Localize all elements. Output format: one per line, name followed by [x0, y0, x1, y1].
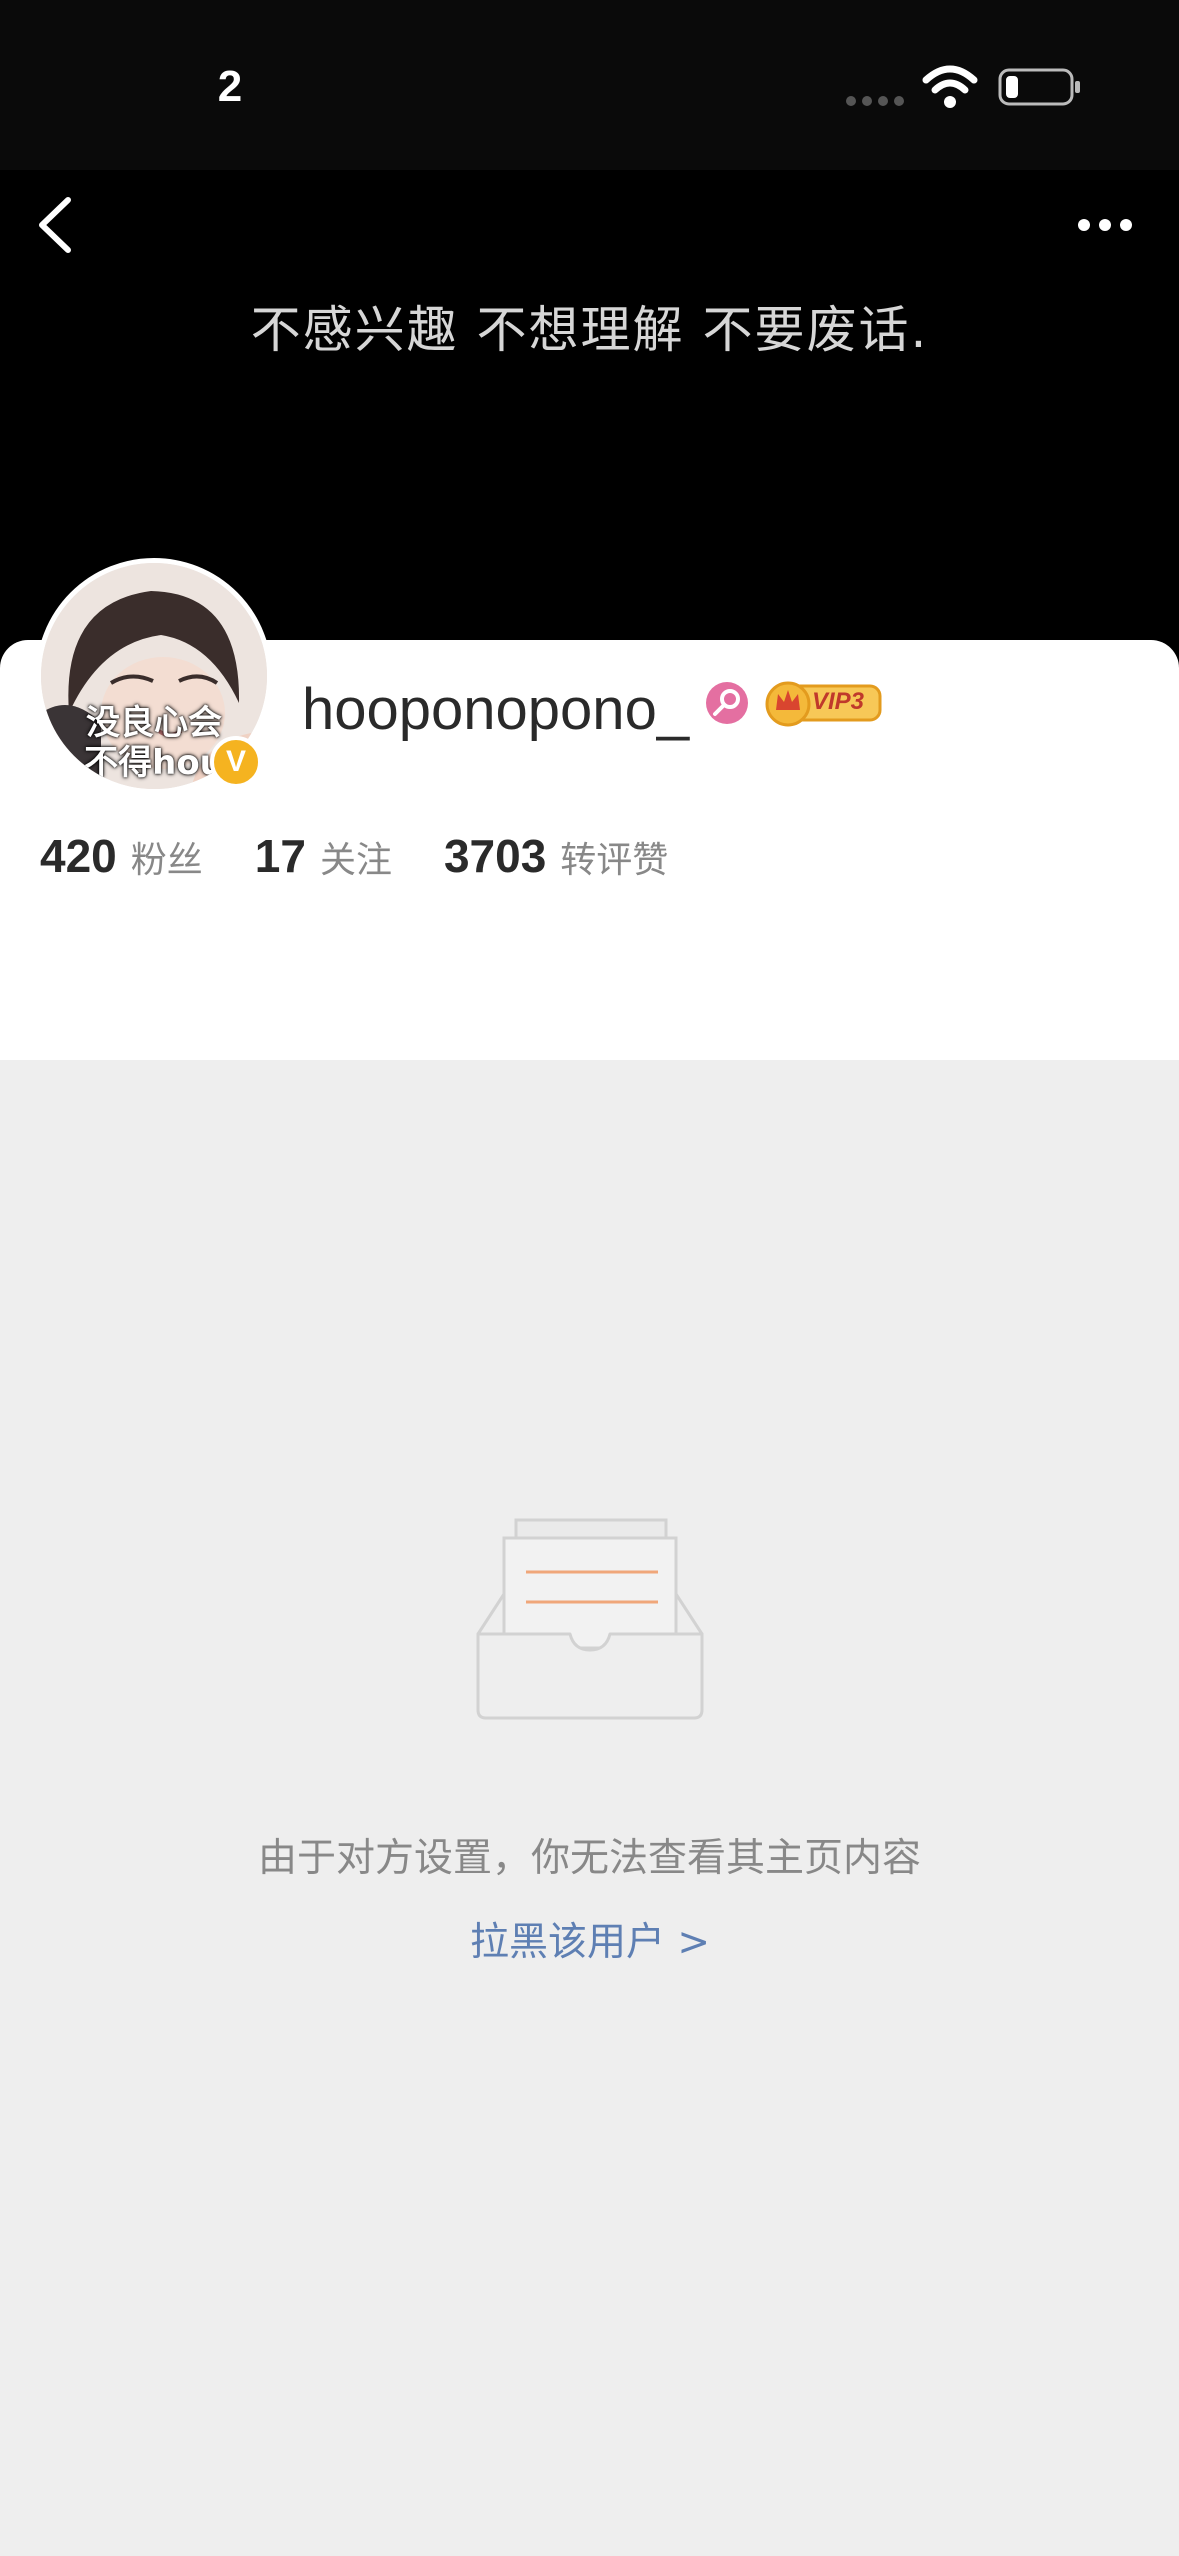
status-time: 2: [217, 62, 243, 111]
wifi-icon: [922, 65, 978, 108]
interactions-stat: 3703 转评赞: [444, 820, 668, 892]
profile-stats: 420 粉丝 17 关注 3703 转评赞: [40, 820, 720, 892]
verified-badge-icon: V: [210, 736, 262, 788]
vip-badge[interactable]: VIP3: [764, 678, 882, 728]
vip-level-label: VIP3: [812, 688, 865, 715]
battery-icon: [998, 68, 1080, 106]
banner-motto: 不感兴趣 不想理解 不要废话.: [250, 301, 929, 359]
empty-inbox-icon: [476, 1518, 704, 1720]
private-profile-message: 由于对方设置，你无法查看其主页内容: [257, 1836, 921, 1881]
interactions-label: 转评赞: [560, 840, 669, 881]
block-user-link[interactable]: 拉黑该用户 >: [420, 1908, 760, 1978]
followers-count: 420: [40, 830, 117, 882]
chevron-left-icon[interactable]: [24, 190, 94, 260]
female-icon: [706, 682, 748, 724]
cellular-signal-icon: [846, 96, 904, 106]
username: hooponopono_: [302, 677, 690, 742]
following-stat[interactable]: 17 关注: [255, 820, 392, 892]
interactions-count: 3703: [443, 830, 547, 882]
following-count: 17: [254, 830, 306, 882]
followers-stat[interactable]: 420 粉丝: [40, 820, 203, 892]
following-label: 关注: [319, 840, 392, 881]
more-dots-icon[interactable]: [1070, 200, 1140, 250]
followers-label: 粉丝: [130, 840, 203, 881]
status-bar: 2: [0, 0, 1179, 170]
